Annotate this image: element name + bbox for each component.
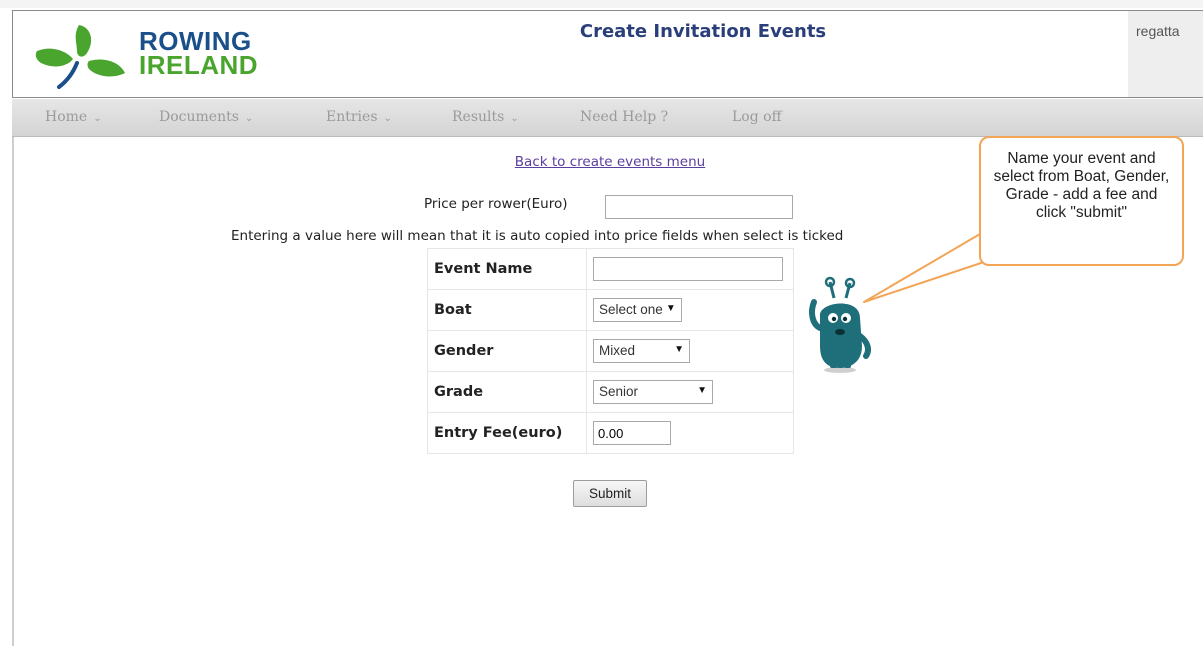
nav-log-off[interactable]: Log off xyxy=(732,109,782,125)
nav-home[interactable]: Home ⌄ xyxy=(45,109,102,125)
gender-label: Gender xyxy=(427,330,587,372)
user-label: regatta xyxy=(1128,11,1203,97)
chevron-down-icon: ⌄ xyxy=(510,113,519,124)
logo-line-ireland: IRELAND xyxy=(139,50,259,80)
boat-select[interactable]: Select one ▼ xyxy=(593,298,682,322)
entry-fee-row: Entry Fee(euro) xyxy=(427,412,794,454)
grade-select[interactable]: Senior ▼ xyxy=(593,380,713,404)
page-title: Create Invitation Events xyxy=(579,21,827,42)
event-name-label: Event Name xyxy=(427,248,587,290)
dropdown-arrow-icon: ▼ xyxy=(697,385,707,396)
grade-select-value: Senior xyxy=(599,384,639,399)
dropdown-arrow-icon: ▼ xyxy=(674,344,684,355)
nav-need-help[interactable]: Need Help ? xyxy=(580,109,668,125)
instruction-callout: Name your event and select from Boat, Ge… xyxy=(979,136,1184,266)
price-per-rower-input[interactable] xyxy=(605,195,793,219)
gender-row: Gender Mixed ▼ xyxy=(427,330,794,372)
site-header: ROWING IRELAND Create Invitation Events … xyxy=(12,10,1203,98)
main-nav: Home ⌄ Documents ⌄ Entries ⌄ Results ⌄ Need … xyxy=(12,99,1203,137)
event-name-row: Event Name xyxy=(427,248,794,290)
nav-results-label: Results xyxy=(452,109,505,125)
nav-home-label: Home xyxy=(45,109,88,125)
content-left-border xyxy=(12,137,14,646)
entry-fee-label: Entry Fee(euro) xyxy=(427,412,587,454)
price-note: Entering a value here will mean that it … xyxy=(231,228,844,244)
gender-select[interactable]: Mixed ▼ xyxy=(593,339,690,363)
boat-label: Boat xyxy=(427,289,587,331)
nav-log-off-label: Log off xyxy=(732,109,782,125)
grade-label: Grade xyxy=(427,371,587,413)
callout-pointer xyxy=(863,233,991,303)
grade-row: Grade Senior ▼ xyxy=(427,371,794,413)
callout-text: Name your event and select from Boat, Ge… xyxy=(993,150,1170,221)
boat-row: Boat Select one ▼ xyxy=(427,289,794,331)
price-per-rower-label: Price per rower(Euro) xyxy=(424,196,568,212)
gender-select-value: Mixed xyxy=(599,343,636,358)
entry-fee-input[interactable] xyxy=(593,421,671,445)
dropdown-arrow-icon: ▼ xyxy=(665,303,676,314)
window-top-strip xyxy=(0,0,1203,8)
nav-need-help-label: Need Help ? xyxy=(580,109,669,125)
boat-select-value: Select one xyxy=(599,302,663,317)
chevron-down-icon: ⌄ xyxy=(93,113,102,124)
nav-results[interactable]: Results ⌄ xyxy=(452,109,519,125)
nav-entries[interactable]: Entries ⌄ xyxy=(326,109,392,125)
chevron-down-icon: ⌄ xyxy=(244,113,254,124)
event-name-input[interactable] xyxy=(593,257,783,281)
monster-mascot-icon xyxy=(809,276,871,373)
event-form: Event Name Boat Select one ▼ Gender Mixed… xyxy=(427,248,794,454)
nav-entries-label: Entries xyxy=(326,109,378,125)
chevron-down-icon: ⌄ xyxy=(383,113,392,124)
nav-documents[interactable]: Documents ⌄ xyxy=(159,109,253,125)
nav-documents-label: Documents xyxy=(159,109,239,125)
submit-button[interactable]: Submit xyxy=(573,480,647,507)
logo-wordmark: ROWING IRELAND xyxy=(139,28,259,80)
